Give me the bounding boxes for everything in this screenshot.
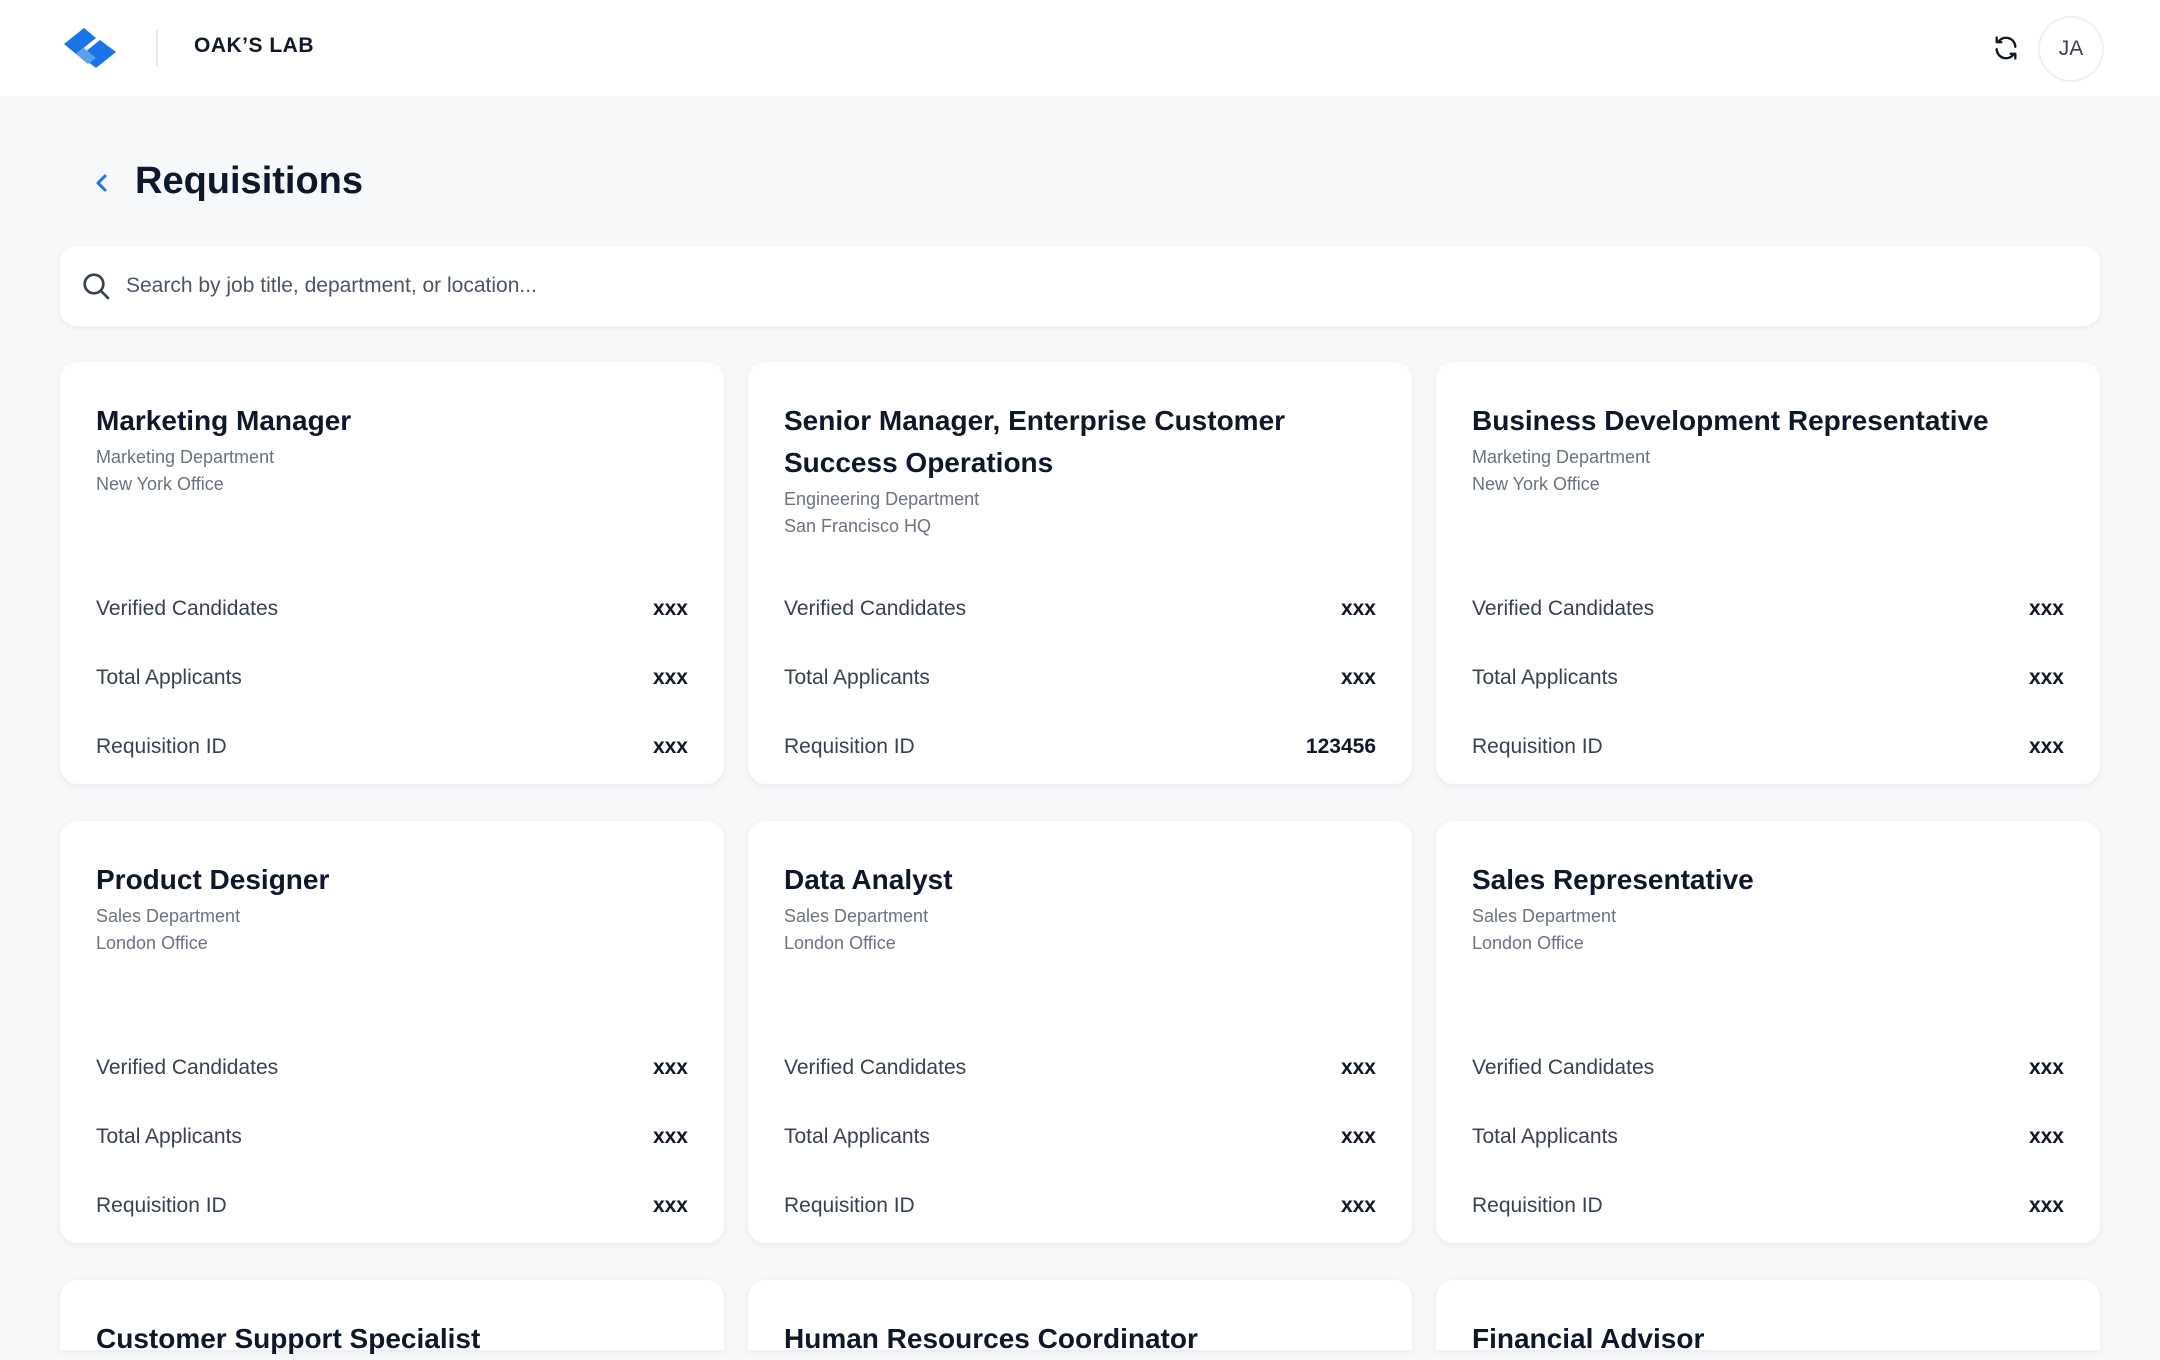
stat-value: xxx xyxy=(652,1125,688,1148)
card-department: Sales Department xyxy=(96,906,241,926)
search-input[interactable] xyxy=(126,264,2066,308)
card-title: Product Designer xyxy=(96,864,330,895)
card-location: London Office xyxy=(784,933,896,953)
stat-row-total: Total Applicants xxx xyxy=(96,663,688,693)
card-department: Sales Department xyxy=(784,906,929,926)
stat-label: Total Applicants xyxy=(1472,1125,1618,1148)
stat-label: Requisition ID xyxy=(96,1194,227,1217)
stat-value: xxx xyxy=(2028,1056,2064,1079)
stat-row-total: Total Applicants xxx xyxy=(784,663,1376,693)
stat-row-total: Total Applicants xxx xyxy=(96,1122,688,1152)
card-title: Human Resources Coordinator xyxy=(784,1323,1198,1354)
refresh-button[interactable] xyxy=(1988,30,2024,66)
stat-row-requisition-id: Requisition ID 123456 xyxy=(784,732,1376,762)
card-title: Financial Advisor xyxy=(1472,1323,1705,1354)
stat-value: xxx xyxy=(2028,1194,2064,1217)
stat-label: Verified Candidates xyxy=(784,597,967,620)
logo-icon[interactable] xyxy=(60,24,120,70)
stat-row-requisition-id: Requisition ID xxx xyxy=(784,1191,1376,1221)
requisition-card[interactable]: Marketing Manager Marketing Department N… xyxy=(60,362,724,784)
card-location: New York Office xyxy=(96,474,224,494)
requisition-card[interactable]: Product Designer Sales Department London… xyxy=(60,821,724,1243)
stat-label: Verified Candidates xyxy=(96,597,279,620)
stat-row-requisition-id: Requisition ID xxx xyxy=(96,732,688,762)
stat-label: Total Applicants xyxy=(784,666,930,689)
chevron-left-icon xyxy=(96,174,107,192)
stat-row-verified: Verified Candidates xxx xyxy=(96,1053,688,1083)
stat-label: Total Applicants xyxy=(96,1125,242,1148)
stat-row-requisition-id: Requisition ID xxx xyxy=(1472,732,2064,762)
stat-row-requisition-id: Requisition ID xxx xyxy=(96,1191,688,1221)
stat-value: xxx xyxy=(2028,735,2064,758)
stat-label: Requisition ID xyxy=(784,735,915,758)
stat-value: xxx xyxy=(2028,597,2064,620)
stat-value: 123456 xyxy=(1305,735,1376,758)
stat-label: Requisition ID xyxy=(1472,1194,1603,1217)
card-location: San Francisco HQ xyxy=(784,516,932,536)
top-bar: OAK’S LAB JA xyxy=(0,0,2160,96)
requisition-card[interactable]: Business Development Representative Mark… xyxy=(1436,362,2100,784)
stat-row-verified: Verified Candidates xxx xyxy=(784,594,1376,624)
stat-value: xxx xyxy=(652,666,688,689)
stat-value: xxx xyxy=(2028,666,2064,689)
card-title: Customer Support Specialist xyxy=(96,1323,481,1354)
stat-value: xxx xyxy=(2028,1125,2064,1148)
stat-value: xxx xyxy=(1340,1125,1376,1148)
card-location: London Office xyxy=(96,933,208,953)
stat-value: xxx xyxy=(1340,1056,1376,1079)
card-department: Engineering Department xyxy=(784,489,980,509)
stat-row-total: Total Applicants xxx xyxy=(784,1122,1376,1152)
stat-label: Verified Candidates xyxy=(1472,597,1655,620)
stat-row-total: Total Applicants xxx xyxy=(1472,663,2064,693)
stat-label: Requisition ID xyxy=(96,735,227,758)
stat-label: Verified Candidates xyxy=(1472,1056,1655,1079)
stat-label: Total Applicants xyxy=(96,666,242,689)
stat-label: Verified Candidates xyxy=(784,1056,967,1079)
stat-label: Total Applicants xyxy=(784,1125,930,1148)
card-title: Business Development Representative xyxy=(1472,405,1989,436)
stat-value: xxx xyxy=(1340,597,1376,620)
page-title: Requisitions xyxy=(135,160,364,202)
search-bar[interactable] xyxy=(60,246,2100,326)
user-avatar[interactable]: JA xyxy=(2038,16,2104,82)
card-department: Marketing Department xyxy=(1472,447,1651,467)
stat-label: Requisition ID xyxy=(784,1194,915,1217)
search-icon xyxy=(83,273,110,300)
card-title: Marketing Manager xyxy=(96,405,352,436)
stat-value: xxx xyxy=(1340,666,1376,689)
header-divider xyxy=(156,30,158,66)
card-location: New York Office xyxy=(1472,474,1600,494)
stat-row-verified: Verified Candidates xxx xyxy=(1472,594,2064,624)
stat-label: Total Applicants xyxy=(1472,666,1618,689)
card-title: Data Analyst xyxy=(784,864,953,895)
card-department: Marketing Department xyxy=(96,447,275,467)
card-title: Sales Representative xyxy=(1472,864,1754,895)
requisition-card[interactable]: Sales Representative Sales Department Lo… xyxy=(1436,821,2100,1243)
stat-label: Verified Candidates xyxy=(96,1056,279,1079)
stat-value: xxx xyxy=(652,735,688,758)
stat-label: Requisition ID xyxy=(1472,735,1603,758)
stat-row-verified: Verified Candidates xxx xyxy=(784,1053,1376,1083)
stat-value: xxx xyxy=(1340,1194,1376,1217)
stat-row-requisition-id: Requisition ID xxx xyxy=(1472,1191,2064,1221)
stat-row-total: Total Applicants xxx xyxy=(1472,1122,2064,1152)
card-department: Sales Department xyxy=(1472,906,1617,926)
stat-row-verified: Verified Candidates xxx xyxy=(96,594,688,624)
back-button[interactable] xyxy=(90,168,114,198)
organization-name: OAK’S LAB xyxy=(194,34,314,57)
requisition-card[interactable]: Senior Manager, Enterprise Customer Succ… xyxy=(748,362,1412,784)
stat-row-verified: Verified Candidates xxx xyxy=(1472,1053,2064,1083)
stat-value: xxx xyxy=(652,1194,688,1217)
requisition-card[interactable]: Financial Advisor xyxy=(1436,1280,2100,1354)
refresh-icon xyxy=(1995,36,2017,60)
requisition-card[interactable]: Human Resources Coordinator xyxy=(748,1280,1412,1354)
card-title: Senior Manager, Enterprise Customer Succ… xyxy=(784,405,1286,478)
card-location: London Office xyxy=(1472,933,1584,953)
stat-value: xxx xyxy=(652,1056,688,1079)
requisition-card[interactable]: Customer Support Specialist xyxy=(60,1280,724,1354)
requisition-card[interactable]: Data Analyst Sales Department London Off… xyxy=(748,821,1412,1243)
stat-value: xxx xyxy=(652,597,688,620)
